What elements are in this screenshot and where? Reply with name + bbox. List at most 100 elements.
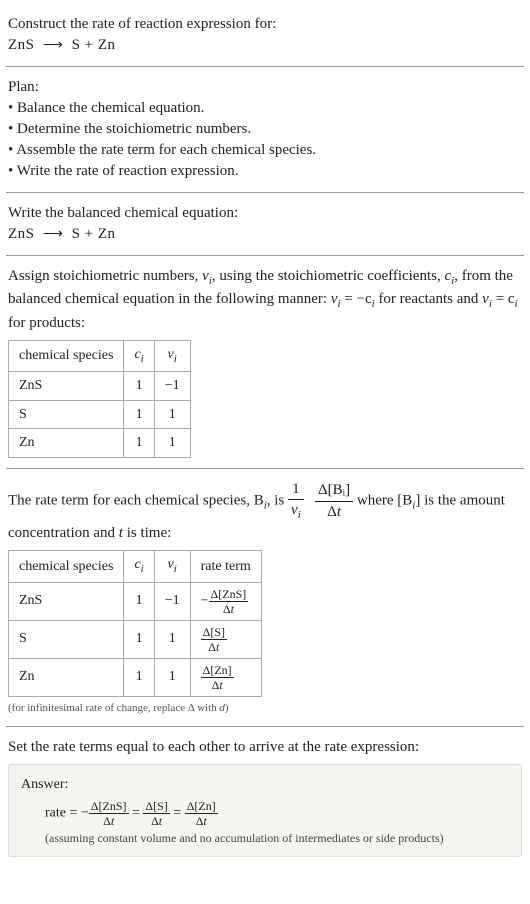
cell-nu: 1 bbox=[154, 658, 190, 696]
text: , using the stoichiometric coefficients, bbox=[212, 268, 445, 284]
text: for reactants and bbox=[375, 291, 482, 307]
frac-den: Δt bbox=[315, 502, 353, 523]
term-s: Δ[S]Δt bbox=[143, 799, 169, 828]
rateterm-intro: The rate term for each chemical species,… bbox=[8, 479, 522, 545]
term-zn: Δ[Zn]Δt bbox=[185, 799, 218, 828]
rate-expression: rate = −Δ[ZnS]Δt = Δ[S]Δt = Δ[Zn]Δt bbox=[21, 799, 509, 828]
table-header-row: chemical species ci νi rate term bbox=[9, 551, 262, 582]
cell-c: 1 bbox=[124, 429, 154, 458]
plan-item: Assemble the rate term for each chemical… bbox=[8, 140, 522, 161]
stoichiometry-section: Assign stoichiometric numbers, νi, using… bbox=[6, 260, 524, 464]
cell-species: S bbox=[9, 400, 124, 429]
rate-term-section: The rate term for each chemical species,… bbox=[6, 473, 524, 722]
stoichiometry-table: chemical species ci νi ZnS 1 −1 S 1 1 Zn… bbox=[8, 340, 191, 458]
text: where [B bbox=[357, 492, 412, 508]
frac-num: Δ[S] bbox=[143, 799, 169, 814]
cell-nu: 1 bbox=[154, 429, 190, 458]
infinitesimal-note: (for infinitesimal rate of change, repla… bbox=[8, 701, 522, 716]
frac-num: Δ[Bᵢ] bbox=[315, 480, 353, 502]
stoich-intro: Assign stoichiometric numbers, ν i , using… bbox=[8, 266, 522, 334]
table-row: S 1 1 bbox=[9, 400, 191, 429]
col-nui: νi bbox=[154, 551, 190, 582]
col-species: chemical species bbox=[9, 340, 124, 371]
reaction-arrow-icon: ⟶ bbox=[39, 227, 68, 242]
equation-lhs: ZnS bbox=[8, 37, 35, 53]
frac-den: Δt bbox=[201, 640, 227, 654]
rate-frac: Δ[ZnS]Δt bbox=[209, 587, 249, 616]
one-over-nu-frac: 1 νi bbox=[288, 479, 304, 524]
text: , is bbox=[267, 492, 288, 508]
cell-nu: −1 bbox=[154, 371, 190, 400]
equals: = bbox=[170, 805, 185, 820]
table-header-row: chemical species ci νi bbox=[9, 340, 191, 371]
col-ci: ci bbox=[124, 340, 154, 371]
plan-item: Balance the chemical equation. bbox=[8, 98, 522, 119]
assumption-note: (assuming constant volume and no accumul… bbox=[21, 830, 509, 847]
cell-species: Zn bbox=[9, 429, 124, 458]
divider bbox=[6, 66, 524, 67]
cell-c: 1 bbox=[124, 400, 154, 429]
divider bbox=[6, 255, 524, 256]
nu-symbol: ν bbox=[291, 502, 298, 518]
rate-frac: Δ[S]Δt bbox=[201, 625, 227, 654]
balanced-lhs: ZnS bbox=[8, 226, 35, 242]
frac-den: Δt bbox=[143, 814, 169, 828]
cell-nu: 1 bbox=[154, 620, 190, 658]
frac-num: 1 bbox=[288, 479, 304, 501]
divider bbox=[6, 468, 524, 469]
col-rate-term: rate term bbox=[190, 551, 261, 582]
nu-symbol: ν bbox=[482, 291, 489, 307]
cell-nu: −1 bbox=[154, 582, 190, 620]
table-row: ZnS 1 −1 −Δ[ZnS]Δt bbox=[9, 582, 262, 620]
balanced-intro: Write the balanced chemical equation: bbox=[8, 203, 522, 224]
plan-item: Write the rate of reaction expression. bbox=[8, 161, 522, 182]
cell-rate-term: −Δ[ZnS]Δt bbox=[190, 582, 261, 620]
divider bbox=[6, 192, 524, 193]
col-ci: ci bbox=[124, 551, 154, 582]
cell-species: Zn bbox=[9, 658, 124, 696]
col-nui: νi bbox=[154, 340, 190, 371]
answer-label: Answer: bbox=[21, 775, 509, 795]
frac-den: Δt bbox=[89, 814, 129, 828]
text: = c bbox=[492, 291, 515, 307]
cell-c: 1 bbox=[124, 582, 154, 620]
frac-num: Δ[Zn] bbox=[201, 663, 234, 678]
text: Assign stoichiometric numbers, bbox=[8, 268, 202, 284]
frac-den: Δt bbox=[201, 678, 234, 692]
cell-c: 1 bbox=[124, 658, 154, 696]
balanced-equation: ZnS ⟶ S + Zn bbox=[8, 224, 522, 245]
table-row: Zn 1 1 bbox=[9, 429, 191, 458]
construct-prompt: Construct the rate of reaction expressio… bbox=[8, 14, 522, 35]
balanced-section: Write the balanced chemical equation: Zn… bbox=[6, 197, 524, 251]
rate-prefix: rate = − bbox=[45, 805, 89, 820]
cell-species: S bbox=[9, 620, 124, 658]
text: is time: bbox=[123, 525, 171, 541]
c-sub: i bbox=[515, 298, 518, 310]
cell-nu: 1 bbox=[154, 400, 190, 429]
plan-item: Determine the stoichiometric numbers. bbox=[8, 119, 522, 140]
frac-num: Δ[ZnS] bbox=[209, 587, 249, 602]
rate-term-table: chemical species ci νi rate term ZnS 1 −… bbox=[8, 550, 262, 696]
sign: − bbox=[201, 593, 209, 608]
text: = −c bbox=[341, 291, 372, 307]
plan-section: Plan: Balance the chemical equation. Det… bbox=[6, 71, 524, 188]
frac-den: Δt bbox=[185, 814, 218, 828]
equation-rhs: S + Zn bbox=[72, 37, 116, 53]
term-zns: Δ[ZnS]Δt bbox=[89, 799, 129, 828]
text: The rate term for each chemical species,… bbox=[8, 492, 264, 508]
table-row: Zn 1 1 Δ[Zn]Δt bbox=[9, 658, 262, 696]
equals: = bbox=[129, 805, 144, 820]
set-equal-section: Set the rate terms equal to each other t… bbox=[6, 731, 524, 863]
frac-num: Δ[S] bbox=[201, 625, 227, 640]
text: for products: bbox=[8, 315, 85, 331]
source-equation: ZnS ⟶ S + Zn bbox=[8, 35, 522, 56]
col-species: chemical species bbox=[9, 551, 124, 582]
cell-rate-term: Δ[S]Δt bbox=[190, 620, 261, 658]
nu-sub: i bbox=[298, 509, 301, 521]
divider bbox=[6, 726, 524, 727]
frac-den: Δt bbox=[209, 602, 249, 616]
plan-list: Balance the chemical equation. Determine… bbox=[8, 98, 522, 182]
frac-num: Δ[Zn] bbox=[185, 799, 218, 814]
cell-species: ZnS bbox=[9, 582, 124, 620]
cell-c: 1 bbox=[124, 620, 154, 658]
